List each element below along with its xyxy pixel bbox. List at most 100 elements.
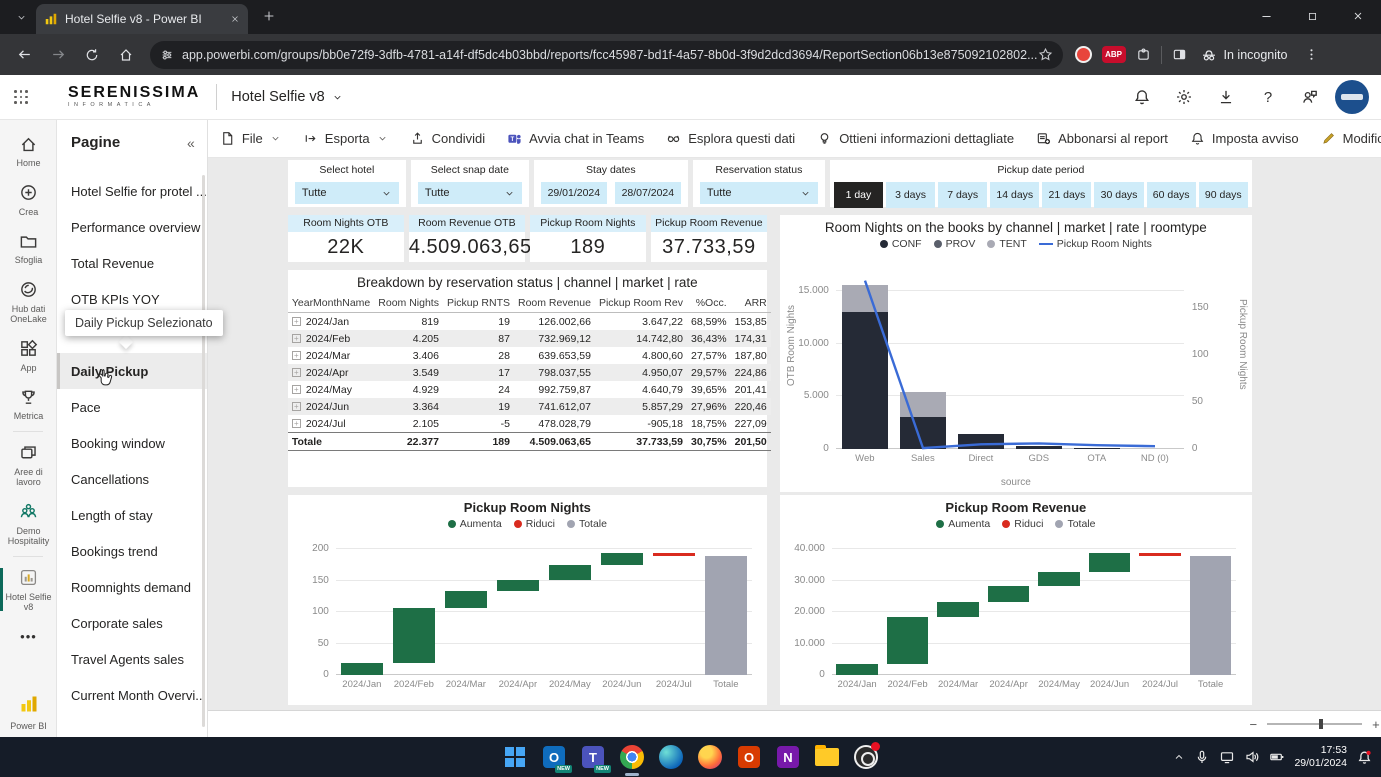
address-bar[interactable]: app.powerbi.com/groups/bb0e72f9-3dfb-478… — [150, 41, 1063, 69]
taskbar-teams-app-icon[interactable]: TNEW — [578, 742, 608, 772]
waterfall-bar[interactable] — [341, 663, 384, 675]
expand-icon[interactable]: + — [292, 334, 301, 343]
page-item[interactable]: Performance overview — [57, 209, 207, 245]
notification-bell-icon[interactable] — [1356, 749, 1373, 766]
column-header[interactable]: Pickup RNTS — [443, 294, 514, 313]
site-info-icon[interactable] — [160, 48, 174, 62]
page-item[interactable]: Current Month Overvi... — [57, 677, 207, 713]
toolbar-esplora-questi-dati[interactable]: Esplora questi dati — [666, 131, 795, 146]
page-item[interactable]: Booking window — [57, 425, 207, 461]
page-item[interactable]: Total Revenue — [57, 245, 207, 281]
maximize-icon[interactable] — [1289, 0, 1335, 32]
sidebar-item-hotel-selfie-v8[interactable]: Hotel Selfie v8 — [0, 560, 57, 619]
battery-pen-icon[interactable] — [1269, 749, 1285, 765]
column-header[interactable]: Pickup Room Rev — [595, 294, 687, 313]
expand-icon[interactable]: + — [292, 351, 301, 360]
taskbar-firefox-icon[interactable] — [695, 742, 725, 772]
close-tab-icon[interactable] — [230, 14, 240, 24]
report-title[interactable]: Hotel Selfie v8 — [231, 89, 343, 105]
taskbar-chrome-icon[interactable] — [617, 742, 647, 772]
page-item[interactable]: Roomnights demand — [57, 569, 207, 605]
table-row[interactable]: +2024/Feb4.20587732.969,1214.742,8036,43… — [288, 330, 771, 347]
forward-icon[interactable] — [44, 41, 72, 69]
cast-screen-icon[interactable] — [1219, 749, 1235, 765]
app-launcher-icon[interactable] — [0, 90, 42, 104]
page-item[interactable]: Pace — [57, 389, 207, 425]
waterfall-bar[interactable] — [1089, 553, 1130, 572]
waterfall-bar[interactable] — [601, 553, 644, 565]
sidebar-item-home[interactable]: Home — [0, 126, 57, 175]
toolbar-condividi[interactable]: Condividi — [410, 131, 485, 146]
taskbar-clock[interactable]: 17:53 29/01/2024 — [1294, 744, 1347, 770]
new-tab-icon[interactable] — [256, 3, 282, 29]
tab-search-icon[interactable] — [8, 4, 34, 30]
zoom-slider-thumb[interactable] — [1319, 719, 1323, 729]
bookmark-star-icon[interactable] — [1038, 47, 1053, 62]
waterfall-bar[interactable] — [836, 664, 877, 676]
waterfall-bar[interactable] — [1038, 572, 1079, 587]
feedback-icon[interactable] — [1293, 80, 1327, 114]
download-icon[interactable] — [1209, 80, 1243, 114]
period-button[interactable]: 14 days — [990, 182, 1039, 208]
sidebar-item-metrica[interactable]: Metrica — [0, 379, 57, 428]
column-header[interactable]: %Occ. — [687, 294, 731, 313]
period-button[interactable]: 7 days — [938, 182, 987, 208]
extension-red-icon[interactable] — [1075, 46, 1092, 63]
expand-icon[interactable]: + — [292, 368, 301, 377]
taskbar-onenote-icon[interactable]: N — [773, 742, 803, 772]
period-button[interactable]: 21 days — [1042, 182, 1091, 208]
pages-scrollbar[interactable] — [202, 175, 205, 727]
sidebar-item-crea[interactable]: Crea — [0, 175, 57, 224]
waterfall-bar[interactable] — [705, 556, 748, 675]
taskbar-office-icon[interactable]: O — [734, 742, 764, 772]
reload-icon[interactable] — [78, 41, 106, 69]
waterfall-bar[interactable] — [1190, 556, 1231, 675]
period-button[interactable]: 30 days — [1094, 182, 1143, 208]
table-row[interactable]: +2024/Mar3.40628639.653,594.800,6027,57%… — [288, 347, 771, 364]
taskbar-edge-icon[interactable] — [656, 742, 686, 772]
table-row[interactable]: +2024/Jun3.36419741.612,075.857,2927,96%… — [288, 398, 771, 415]
waterfall-bar[interactable] — [549, 565, 592, 580]
table-row[interactable]: +2024/Jan81919126.002,663.647,2268,59%15… — [288, 313, 771, 331]
waterfall-bar[interactable] — [653, 553, 696, 556]
sidebar-item-demo-hospitality[interactable]: Demo Hospitality — [0, 494, 57, 553]
extensions-puzzle-icon[interactable] — [1136, 47, 1151, 62]
sidebar-item-app[interactable]: App — [0, 331, 57, 380]
chevron-down-icon[interactable] — [332, 92, 343, 103]
expand-icon[interactable]: + — [292, 385, 301, 394]
waterfall-bar[interactable] — [497, 580, 540, 591]
profile-avatar[interactable] — [1335, 80, 1369, 114]
microphone-icon[interactable] — [1194, 749, 1210, 765]
notifications-icon[interactable] — [1125, 80, 1159, 114]
page-item[interactable]: Hotel Selfie for protel ... — [57, 173, 207, 209]
zoom-in-button[interactable]: + — [1372, 717, 1380, 732]
column-header[interactable]: YearMonthName — [288, 294, 374, 313]
hidden-icons-icon[interactable] — [1173, 751, 1185, 763]
period-button[interactable]: 60 days — [1147, 182, 1196, 208]
toolbar-modifica[interactable]: Modifica — [1321, 131, 1381, 146]
stay-date-from[interactable]: 29/01/2024 — [541, 182, 607, 204]
waterfall-bar[interactable] — [393, 608, 436, 663]
hotel-dropdown[interactable]: Tutte — [295, 182, 399, 204]
sidebar-item-aree-di-lavoro[interactable]: Aree di lavoro — [0, 435, 57, 494]
home-icon[interactable] — [112, 41, 140, 69]
waterfall-bar[interactable] — [988, 586, 1029, 602]
toolbar-file[interactable]: File — [220, 131, 281, 146]
column-header[interactable]: Room Nights — [374, 294, 443, 313]
browser-tab[interactable]: Hotel Selfie v8 - Power BI — [36, 4, 248, 34]
taskbar-file-explorer-icon[interactable] — [812, 742, 842, 772]
taskbar-outlook-icon[interactable]: ONEW — [539, 742, 569, 772]
expand-icon[interactable]: + — [292, 402, 301, 411]
close-window-icon[interactable] — [1335, 0, 1381, 32]
toolbar-esporta[interactable]: Esporta — [303, 131, 388, 146]
table-row[interactable]: +2024/Apr3.54917798.037,554.950,0729,57%… — [288, 364, 771, 381]
sidebar-item-more[interactable]: ••• — [0, 619, 57, 657]
waterfall-bar[interactable] — [1139, 553, 1180, 556]
toolbar-ottieni-informazioni-dettagliate[interactable]: Ottieni informazioni dettagliate — [817, 131, 1014, 146]
page-item[interactable]: Cancellations — [57, 461, 207, 497]
help-icon[interactable]: ? — [1251, 80, 1285, 114]
zoom-out-button[interactable]: − — [1249, 717, 1257, 732]
period-button[interactable]: 1 day — [834, 182, 883, 208]
minimize-icon[interactable] — [1243, 0, 1289, 32]
page-item[interactable]: Bookings trend — [57, 533, 207, 569]
